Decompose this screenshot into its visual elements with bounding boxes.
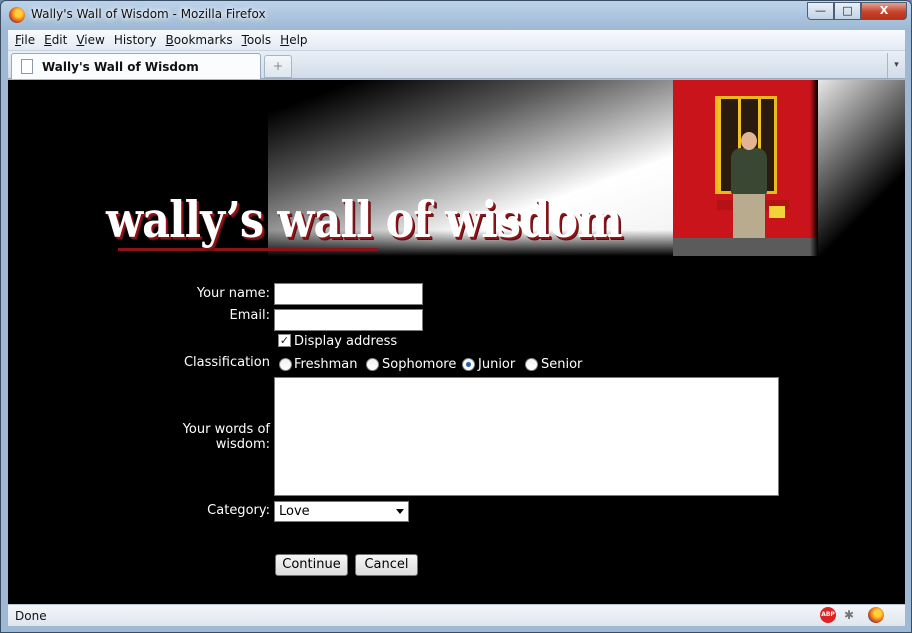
radio-freshman-label: Freshman <box>294 357 358 372</box>
menu-view-label: iew <box>84 33 105 47</box>
menu-edit-accel: E <box>44 33 52 47</box>
menu-bookmarks-accel: B <box>165 33 174 47</box>
status-text: Done <box>15 609 47 623</box>
site-title: wally’s wall of wisdom <box>106 190 623 249</box>
tab-strip: Wally's Wall of Wisdom + ▾ <box>8 51 905 79</box>
menu-history[interactable]: History <box>114 30 157 50</box>
page-content: wally’s wall of wisdom Your name: Email:… <box>8 80 905 604</box>
wisdom-label-line2: wisdom: <box>215 437 270 452</box>
menu-view[interactable]: View <box>76 30 104 50</box>
menu-file-label: ile <box>21 33 36 47</box>
menu-file[interactable]: File <box>15 30 35 50</box>
window-title: Wally's Wall of Wisdom - Mozilla Firefox <box>31 7 266 21</box>
menu-help-accel: H <box>280 33 290 47</box>
radio-junior-label: Junior <box>478 357 516 372</box>
email-label: Email: <box>229 308 270 323</box>
email-input[interactable] <box>274 309 423 331</box>
title-bar[interactable]: Wally's Wall of Wisdom - Mozilla Firefox… <box>1 1 911 29</box>
category-selected-value: Love <box>279 504 310 519</box>
classification-label: Classification <box>183 355 270 370</box>
tab-active[interactable]: Wally's Wall of Wisdom <box>11 53 261 79</box>
menu-help-label: elp <box>289 33 308 47</box>
chevron-down-icon <box>396 509 404 514</box>
status-bar: Done ABP ✱ <box>8 604 905 626</box>
window-controls: — □ X <box>807 2 907 20</box>
radio-senior[interactable] <box>525 358 538 371</box>
menu-bookmarks-label: ookmarks <box>173 33 233 47</box>
radio-senior-label: Senior <box>541 357 583 372</box>
name-input[interactable] <box>274 283 423 305</box>
adblock-icon[interactable]: ABP <box>820 607 836 623</box>
browser-window: Wally's Wall of Wisdom - Mozilla Firefox… <box>0 0 912 633</box>
radio-junior[interactable] <box>462 358 475 371</box>
firefox-icon[interactable] <box>868 607 884 623</box>
display-address-label: Display address <box>294 334 398 349</box>
tab-label: Wally's Wall of Wisdom <box>42 60 199 74</box>
photo-ground <box>673 238 818 256</box>
name-label: Your name: <box>196 286 270 301</box>
display-address-checkbox[interactable]: ✓ <box>278 334 291 347</box>
menu-edit[interactable]: Edit <box>44 30 67 50</box>
wisdom-textarea[interactable] <box>274 377 779 496</box>
category-select[interactable]: Love <box>274 501 409 522</box>
minimize-button[interactable]: — <box>807 2 834 20</box>
radio-freshman[interactable] <box>279 358 292 371</box>
photo-man-body <box>731 148 767 194</box>
category-label: Category: <box>207 503 270 518</box>
menu-help[interactable]: Help <box>280 30 307 50</box>
photo-edge <box>810 80 818 256</box>
menu-tools[interactable]: Tools <box>242 30 272 50</box>
radio-sophomore[interactable] <box>366 358 379 371</box>
photo-man-legs <box>733 192 765 238</box>
close-button[interactable]: X <box>861 2 907 20</box>
maximize-button[interactable]: □ <box>834 2 861 20</box>
firefox-logo-icon <box>9 7 25 23</box>
page-icon <box>21 59 33 74</box>
cancel-button[interactable]: Cancel <box>355 554 418 576</box>
new-tab-button[interactable]: + <box>264 55 292 78</box>
photo-man-head <box>741 132 757 150</box>
wally-photo <box>673 80 818 256</box>
menu-bar: File Edit View History Bookmarks Tools H… <box>8 30 905 51</box>
wisdom-label: Your words of wisdom: <box>158 422 270 452</box>
wisdom-label-line1: Your words of <box>182 422 270 437</box>
menu-history-label: History <box>113 33 157 47</box>
continue-button[interactable]: Continue <box>275 554 348 576</box>
firebug-icon[interactable]: ✱ <box>844 608 860 622</box>
tab-list-button[interactable]: ▾ <box>887 53 905 78</box>
menu-edit-label: dit <box>51 33 68 47</box>
photo-sign <box>769 206 785 218</box>
radio-sophomore-label: Sophomore <box>382 357 457 372</box>
menu-tools-label: ools <box>246 33 272 47</box>
menu-bookmarks[interactable]: Bookmarks <box>166 30 233 50</box>
banner: wally’s wall of wisdom <box>8 80 905 256</box>
